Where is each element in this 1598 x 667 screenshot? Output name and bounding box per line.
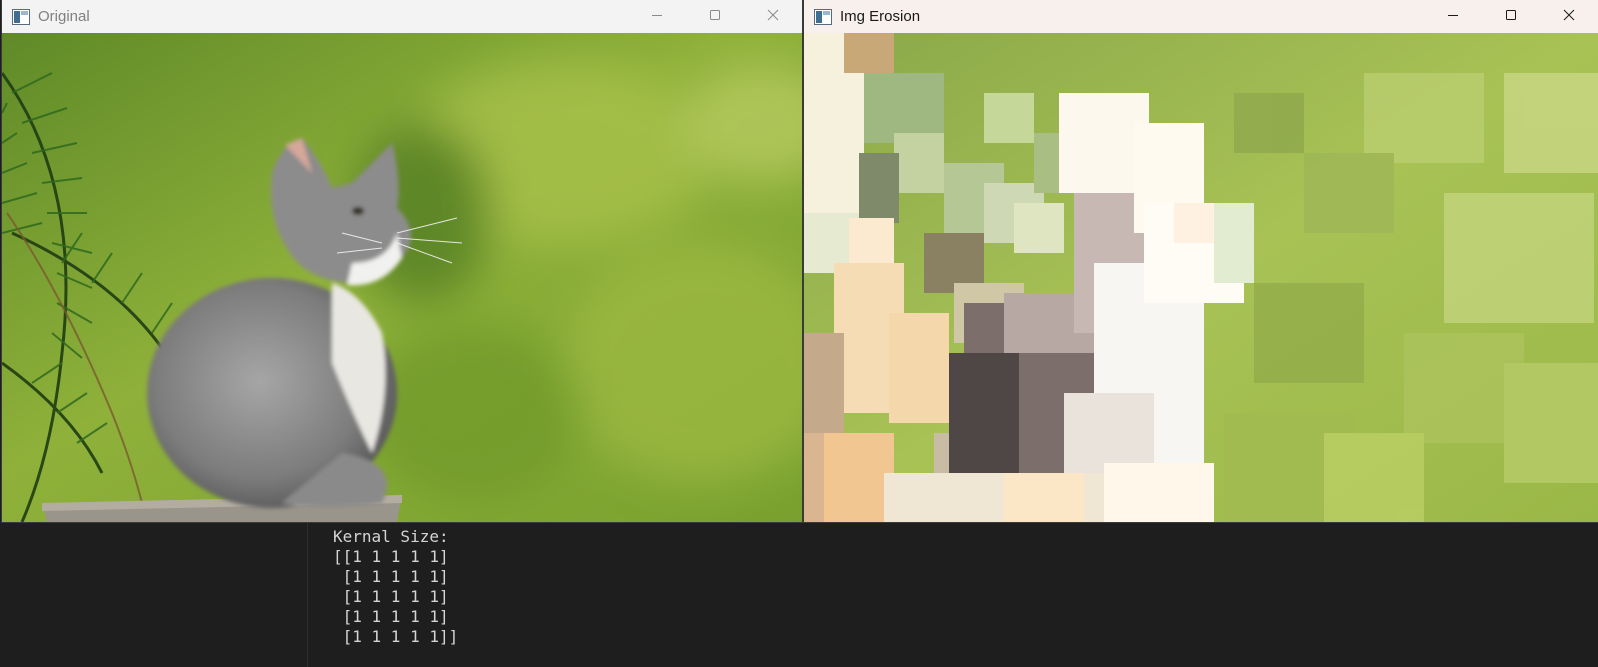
- window-title: Img Erosion: [840, 8, 921, 25]
- erosion-window[interactable]: Img Erosion: [804, 0, 1598, 522]
- terminal-line: [[1 1 1 1 1]: [333, 547, 449, 566]
- close-icon: [767, 8, 779, 26]
- original-image[interactable]: [2, 33, 802, 522]
- maximize-button[interactable]: [686, 0, 744, 33]
- original-window[interactable]: Original: [2, 0, 802, 522]
- opencv-window-icon: [12, 0, 32, 33]
- window-controls: [628, 0, 802, 33]
- window-title: Original: [38, 8, 90, 25]
- original-titlebar[interactable]: Original: [2, 0, 802, 33]
- terminal-line: [1 1 1 1 1]: [333, 587, 449, 606]
- opencv-window-icon: [814, 0, 834, 33]
- terminal-line: Kernal Size:: [333, 527, 449, 546]
- minimize-icon: [651, 8, 663, 26]
- terminal-output: Kernal Size: [[1 1 1 1 1] [1 1 1 1 1] [1…: [333, 527, 458, 647]
- close-icon: [1563, 8, 1575, 26]
- minimize-button[interactable]: [628, 0, 686, 33]
- eroded-image[interactable]: [804, 33, 1598, 522]
- minimize-button[interactable]: [1424, 0, 1482, 33]
- erosion-titlebar[interactable]: Img Erosion: [804, 0, 1598, 33]
- window-controls: [1424, 0, 1598, 33]
- terminal-line: [1 1 1 1 1]: [333, 567, 449, 586]
- minimize-icon: [1447, 8, 1459, 26]
- close-button[interactable]: [1540, 0, 1598, 33]
- maximize-icon: [1505, 8, 1517, 26]
- maximize-button[interactable]: [1482, 0, 1540, 33]
- terminal-line: [1 1 1 1 1]: [333, 607, 449, 626]
- maximize-icon: [709, 8, 721, 26]
- terminal-divider: [307, 520, 308, 667]
- terminal-line: [1 1 1 1 1]]: [333, 627, 459, 646]
- close-button[interactable]: [744, 0, 802, 33]
